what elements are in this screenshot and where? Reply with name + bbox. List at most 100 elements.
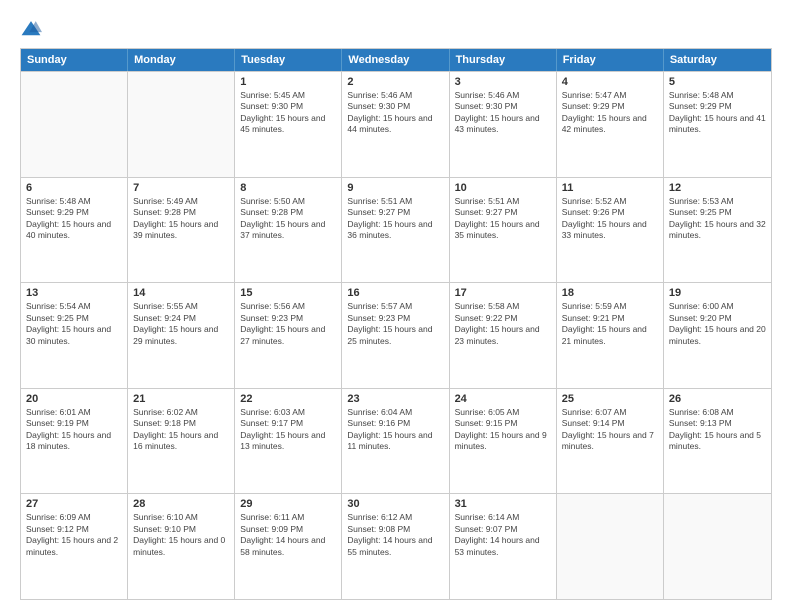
day-info: Sunrise: 5:59 AMSunset: 9:21 PMDaylight:… xyxy=(562,301,658,347)
day-cell-29: 29 Sunrise: 6:11 AMSunset: 9:09 PMDayligh… xyxy=(235,494,342,599)
day-number: 9 xyxy=(347,182,443,194)
day-info: Sunrise: 5:48 AMSunset: 9:29 PMDaylight:… xyxy=(26,196,122,242)
day-cell-9: 9 Sunrise: 5:51 AMSunset: 9:27 PMDaylight… xyxy=(342,178,449,283)
day-info: Sunrise: 6:09 AMSunset: 9:12 PMDaylight:… xyxy=(26,512,122,558)
day-info: Sunrise: 6:05 AMSunset: 9:15 PMDaylight:… xyxy=(455,407,551,453)
day-cell-31: 31 Sunrise: 6:14 AMSunset: 9:07 PMDayligh… xyxy=(450,494,557,599)
day-cell-11: 11 Sunrise: 5:52 AMSunset: 9:26 PMDayligh… xyxy=(557,178,664,283)
day-cell-30: 30 Sunrise: 6:12 AMSunset: 9:08 PMDayligh… xyxy=(342,494,449,599)
day-info: Sunrise: 5:48 AMSunset: 9:29 PMDaylight:… xyxy=(669,90,766,136)
day-info: Sunrise: 6:02 AMSunset: 9:18 PMDaylight:… xyxy=(133,407,229,453)
day-cell-25: 25 Sunrise: 6:07 AMSunset: 9:14 PMDayligh… xyxy=(557,389,664,494)
day-info: Sunrise: 6:03 AMSunset: 9:17 PMDaylight:… xyxy=(240,407,336,453)
day-info: Sunrise: 5:53 AMSunset: 9:25 PMDaylight:… xyxy=(669,196,766,242)
day-number: 20 xyxy=(26,393,122,405)
day-number: 30 xyxy=(347,498,443,510)
calendar-body: 1Sunrise: 5:45 AMSunset: 9:30 PMDaylight… xyxy=(21,71,771,599)
header-day-friday: Friday xyxy=(557,49,664,71)
logo xyxy=(20,18,46,40)
day-number: 24 xyxy=(455,393,551,405)
day-number: 10 xyxy=(455,182,551,194)
header xyxy=(20,18,772,40)
empty-cell xyxy=(664,494,771,599)
header-day-saturday: Saturday xyxy=(664,49,771,71)
day-number: 18 xyxy=(562,287,658,299)
day-cell-6: 6 Sunrise: 5:48 AMSunset: 9:29 PMDaylight… xyxy=(21,178,128,283)
day-cell-17: 17Sunrise: 5:58 AMSunset: 9:22 PMDayligh… xyxy=(450,283,557,388)
day-info: Sunrise: 5:52 AMSunset: 9:26 PMDaylight:… xyxy=(562,196,658,242)
empty-cell xyxy=(557,494,664,599)
day-cell-7: 7 Sunrise: 5:49 AMSunset: 9:28 PMDaylight… xyxy=(128,178,235,283)
day-cell-10: 10 Sunrise: 5:51 AMSunset: 9:27 PMDayligh… xyxy=(450,178,557,283)
day-number: 25 xyxy=(562,393,658,405)
day-number: 6 xyxy=(26,182,122,194)
day-number: 4 xyxy=(562,76,658,88)
empty-cell xyxy=(21,72,128,177)
day-cell-16: 16Sunrise: 5:57 AMSunset: 9:23 PMDayligh… xyxy=(342,283,449,388)
day-cell-28: 28 Sunrise: 6:10 AMSunset: 9:10 PMDayligh… xyxy=(128,494,235,599)
calendar-row-2: 6 Sunrise: 5:48 AMSunset: 9:29 PMDaylight… xyxy=(21,177,771,283)
day-cell-1: 1Sunrise: 5:45 AMSunset: 9:30 PMDaylight… xyxy=(235,72,342,177)
day-number: 11 xyxy=(562,182,658,194)
header-day-wednesday: Wednesday xyxy=(342,49,449,71)
day-cell-8: 8Sunrise: 5:50 AMSunset: 9:28 PMDaylight… xyxy=(235,178,342,283)
day-info: Sunrise: 5:46 AMSunset: 9:30 PMDaylight:… xyxy=(347,90,443,136)
day-info: Sunrise: 5:49 AMSunset: 9:28 PMDaylight:… xyxy=(133,196,229,242)
day-cell-18: 18 Sunrise: 5:59 AMSunset: 9:21 PMDayligh… xyxy=(557,283,664,388)
day-number: 2 xyxy=(347,76,443,88)
calendar-row-3: 13Sunrise: 5:54 AMSunset: 9:25 PMDayligh… xyxy=(21,282,771,388)
day-info: Sunrise: 6:10 AMSunset: 9:10 PMDaylight:… xyxy=(133,512,229,558)
day-number: 15 xyxy=(240,287,336,299)
header-day-sunday: Sunday xyxy=(21,49,128,71)
day-number: 26 xyxy=(669,393,766,405)
day-number: 28 xyxy=(133,498,229,510)
day-info: Sunrise: 5:51 AMSunset: 9:27 PMDaylight:… xyxy=(455,196,551,242)
day-info: Sunrise: 6:00 AMSunset: 9:20 PMDaylight:… xyxy=(669,301,766,347)
header-day-tuesday: Tuesday xyxy=(235,49,342,71)
day-info: Sunrise: 5:58 AMSunset: 9:22 PMDaylight:… xyxy=(455,301,551,347)
calendar: SundayMondayTuesdayWednesdayThursdayFrid… xyxy=(20,48,772,600)
calendar-row-4: 20 Sunrise: 6:01 AMSunset: 9:19 PMDayligh… xyxy=(21,388,771,494)
empty-cell xyxy=(128,72,235,177)
day-info: Sunrise: 6:14 AMSunset: 9:07 PMDaylight:… xyxy=(455,512,551,558)
header-day-monday: Monday xyxy=(128,49,235,71)
day-cell-5: 5 Sunrise: 5:48 AMSunset: 9:29 PMDaylight… xyxy=(664,72,771,177)
logo-icon xyxy=(20,18,42,40)
day-number: 5 xyxy=(669,76,766,88)
day-info: Sunrise: 5:51 AMSunset: 9:27 PMDaylight:… xyxy=(347,196,443,242)
day-number: 7 xyxy=(133,182,229,194)
day-cell-12: 12 Sunrise: 5:53 AMSunset: 9:25 PMDayligh… xyxy=(664,178,771,283)
day-cell-2: 2 Sunrise: 5:46 AMSunset: 9:30 PMDaylight… xyxy=(342,72,449,177)
day-info: Sunrise: 5:47 AMSunset: 9:29 PMDaylight:… xyxy=(562,90,658,136)
day-cell-14: 14 Sunrise: 5:55 AMSunset: 9:24 PMDayligh… xyxy=(128,283,235,388)
day-info: Sunrise: 6:01 AMSunset: 9:19 PMDaylight:… xyxy=(26,407,122,453)
day-cell-23: 23Sunrise: 6:04 AMSunset: 9:16 PMDayligh… xyxy=(342,389,449,494)
day-info: Sunrise: 6:07 AMSunset: 9:14 PMDaylight:… xyxy=(562,407,658,453)
day-info: Sunrise: 6:11 AMSunset: 9:09 PMDaylight:… xyxy=(240,512,336,558)
day-cell-4: 4 Sunrise: 5:47 AMSunset: 9:29 PMDaylight… xyxy=(557,72,664,177)
page: SundayMondayTuesdayWednesdayThursdayFrid… xyxy=(0,0,792,612)
day-info: Sunrise: 6:12 AMSunset: 9:08 PMDaylight:… xyxy=(347,512,443,558)
day-number: 21 xyxy=(133,393,229,405)
day-info: Sunrise: 5:56 AMSunset: 9:23 PMDaylight:… xyxy=(240,301,336,347)
day-cell-21: 21 Sunrise: 6:02 AMSunset: 9:18 PMDayligh… xyxy=(128,389,235,494)
calendar-row-1: 1Sunrise: 5:45 AMSunset: 9:30 PMDaylight… xyxy=(21,71,771,177)
day-cell-26: 26Sunrise: 6:08 AMSunset: 9:13 PMDayligh… xyxy=(664,389,771,494)
day-cell-15: 15 Sunrise: 5:56 AMSunset: 9:23 PMDayligh… xyxy=(235,283,342,388)
day-cell-19: 19Sunrise: 6:00 AMSunset: 9:20 PMDayligh… xyxy=(664,283,771,388)
day-number: 27 xyxy=(26,498,122,510)
day-cell-22: 22 Sunrise: 6:03 AMSunset: 9:17 PMDayligh… xyxy=(235,389,342,494)
day-cell-20: 20 Sunrise: 6:01 AMSunset: 9:19 PMDayligh… xyxy=(21,389,128,494)
header-day-thursday: Thursday xyxy=(450,49,557,71)
day-cell-13: 13Sunrise: 5:54 AMSunset: 9:25 PMDayligh… xyxy=(21,283,128,388)
day-number: 29 xyxy=(240,498,336,510)
day-number: 22 xyxy=(240,393,336,405)
day-cell-3: 3Sunrise: 5:46 AMSunset: 9:30 PMDaylight… xyxy=(450,72,557,177)
day-cell-27: 27 Sunrise: 6:09 AMSunset: 9:12 PMDayligh… xyxy=(21,494,128,599)
day-cell-24: 24 Sunrise: 6:05 AMSunset: 9:15 PMDayligh… xyxy=(450,389,557,494)
day-number: 12 xyxy=(669,182,766,194)
day-number: 14 xyxy=(133,287,229,299)
day-info: Sunrise: 5:50 AMSunset: 9:28 PMDaylight:… xyxy=(240,196,336,242)
day-number: 31 xyxy=(455,498,551,510)
day-info: Sunrise: 5:55 AMSunset: 9:24 PMDaylight:… xyxy=(133,301,229,347)
